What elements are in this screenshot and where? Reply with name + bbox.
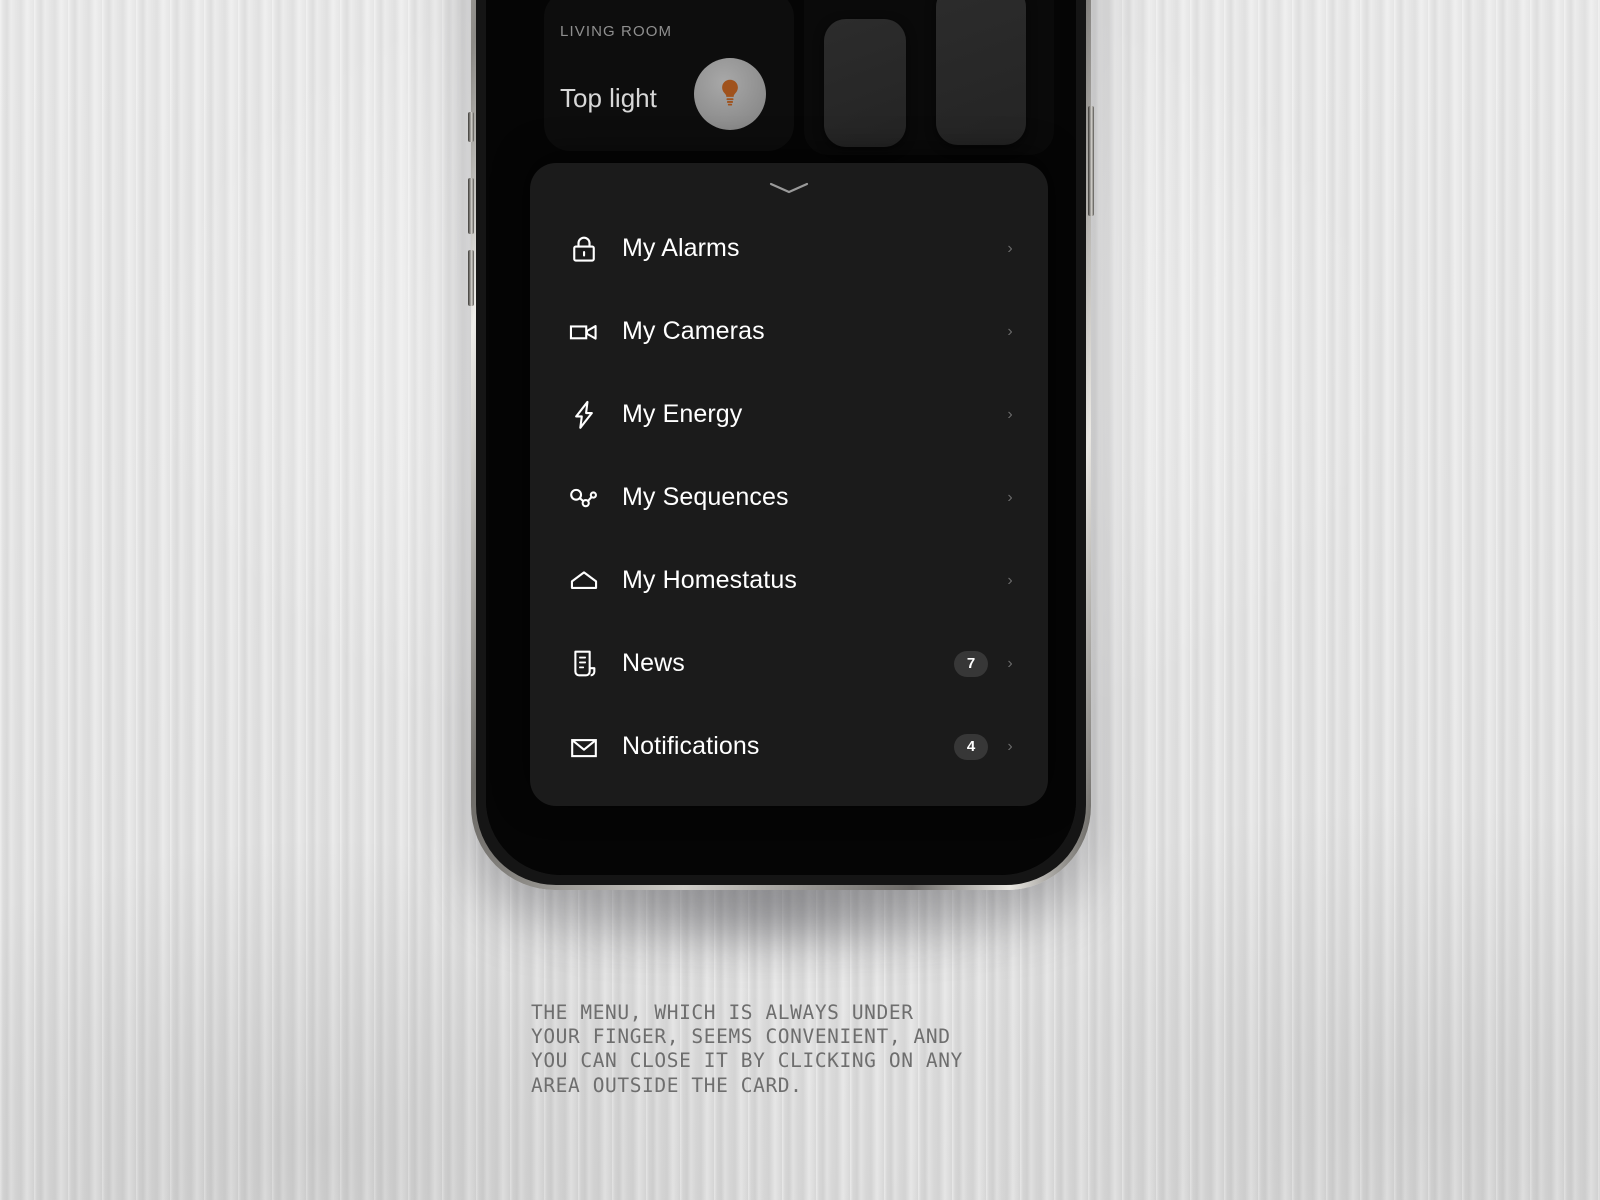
menu-item-my-cameras[interactable]: My Cameras › xyxy=(530,290,1048,373)
video-camera-icon xyxy=(564,312,604,352)
phone-device: LIVING ROOM Top light My Alarms › My Cam… xyxy=(468,0,1094,890)
chevron-right-icon: › xyxy=(1007,654,1013,672)
menu-item-label: My Alarms xyxy=(622,234,740,262)
chevron-right-icon: › xyxy=(1007,488,1013,506)
menu-item-label: My Homestatus xyxy=(622,566,797,594)
phone-screen: LIVING ROOM Top light My Alarms › My Cam… xyxy=(486,0,1076,875)
bottom-sheet-menu-card[interactable]: My Alarms › My Cameras › My Energy › My … xyxy=(530,163,1048,806)
home-outline-icon xyxy=(564,561,604,601)
widget-tile-1[interactable] xyxy=(824,19,906,147)
chevron-right-icon: › xyxy=(1007,737,1013,755)
menu-item-notifications[interactable]: Notifications 4 › xyxy=(530,705,1048,788)
menu-item-label: My Cameras xyxy=(622,317,765,345)
menu-item-my-energy[interactable]: My Energy › xyxy=(530,373,1048,456)
mute-switch-button[interactable] xyxy=(468,112,474,142)
chevron-right-icon: › xyxy=(1007,322,1013,340)
document-list-icon xyxy=(564,644,604,684)
menu-item-label: News xyxy=(622,649,685,677)
volume-down-button[interactable] xyxy=(468,250,474,306)
news-badge: 7 xyxy=(954,650,988,677)
top-light-toggle[interactable] xyxy=(694,58,766,130)
menu-item-news[interactable]: News 7 › xyxy=(530,622,1048,705)
power-button[interactable] xyxy=(1088,106,1094,216)
smart-home-app: LIVING ROOM Top light My Alarms › My Cam… xyxy=(486,0,1076,875)
menu-item-label: My Sequences xyxy=(622,483,789,511)
chevron-right-icon: › xyxy=(1007,571,1013,589)
chevron-down-icon[interactable] xyxy=(767,181,811,195)
envelope-icon xyxy=(564,727,604,767)
notifications-badge: 4 xyxy=(954,733,988,760)
menu-item-label: Notifications xyxy=(622,732,760,760)
chevron-right-icon: › xyxy=(1007,239,1013,257)
node-graph-icon xyxy=(564,478,604,518)
menu-item-my-homestatus[interactable]: My Homestatus › xyxy=(530,539,1048,622)
volume-up-button[interactable] xyxy=(468,178,474,234)
menu-item-label: My Energy xyxy=(622,400,743,428)
menu-list: My Alarms › My Cameras › My Energy › My … xyxy=(530,207,1048,788)
chevron-right-icon: › xyxy=(1007,405,1013,423)
lightbulb-icon xyxy=(715,75,745,114)
caption-text: THE MENU, WHICH IS ALWAYS UNDER YOUR FIN… xyxy=(531,1001,963,1097)
top-light-label: Top light xyxy=(560,83,657,113)
lightning-bolt-icon xyxy=(564,395,604,435)
widget-tile-2[interactable] xyxy=(936,0,1026,145)
phone-bezel: LIVING ROOM Top light My Alarms › My Cam… xyxy=(476,0,1086,885)
room-label: LIVING ROOM xyxy=(560,23,673,40)
menu-item-my-alarms[interactable]: My Alarms › xyxy=(530,207,1048,290)
lock-icon xyxy=(564,229,604,269)
menu-item-my-sequences[interactable]: My Sequences › xyxy=(530,456,1048,539)
